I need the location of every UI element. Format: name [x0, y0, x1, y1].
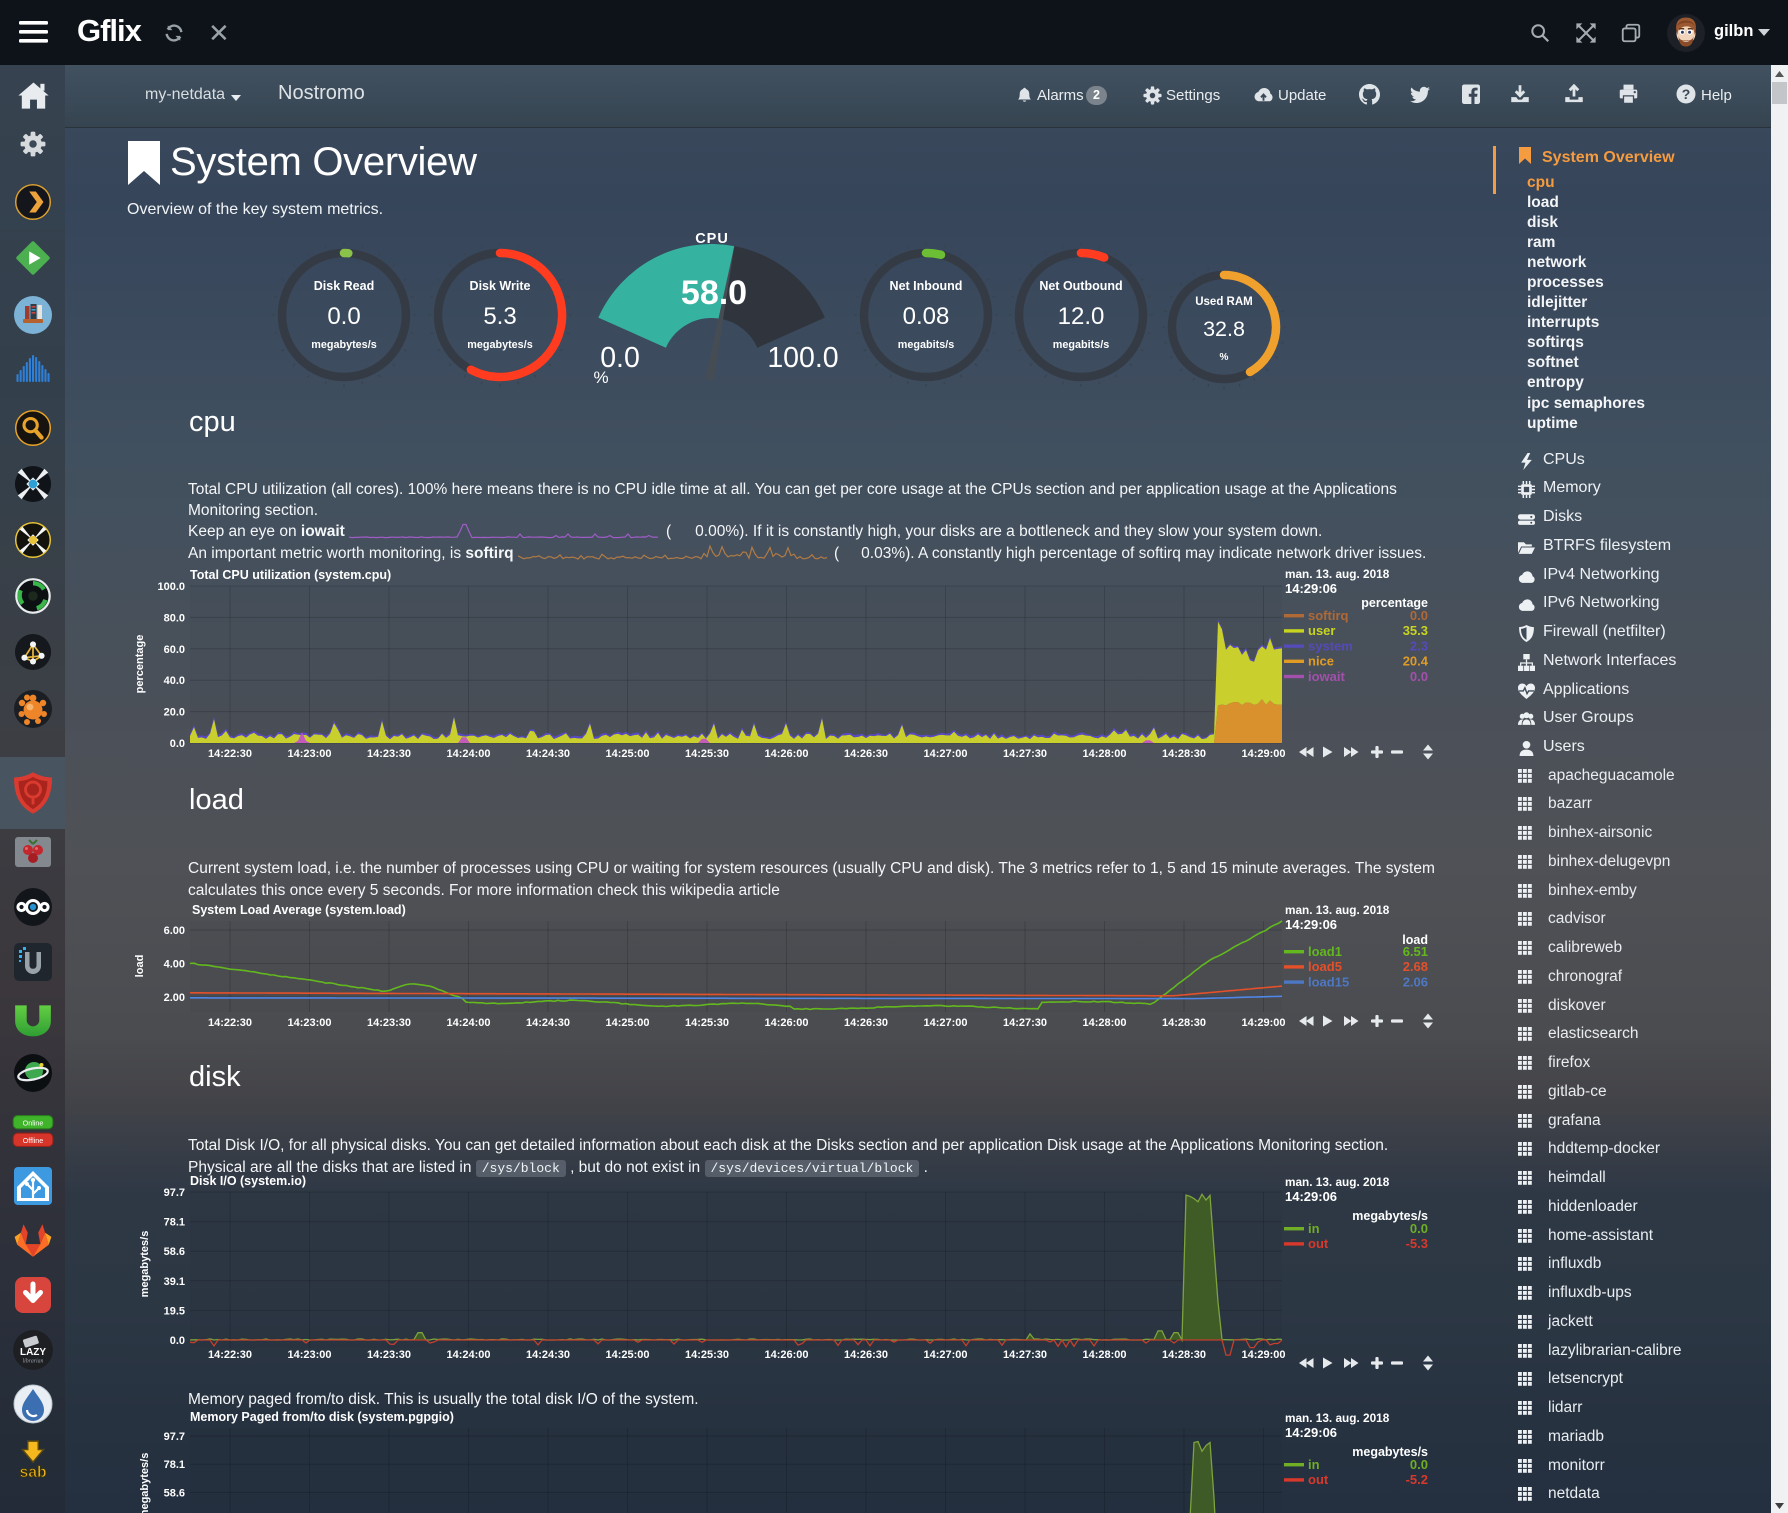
- svg-text:14:29:06: 14:29:06: [1285, 917, 1337, 932]
- svg-text:14:26:00: 14:26:00: [764, 748, 808, 760]
- svg-text:58.6: 58.6: [164, 1246, 185, 1258]
- svg-text:40.0: 40.0: [164, 675, 185, 687]
- svg-text:14:24:00: 14:24:00: [446, 1349, 490, 1361]
- svg-text:2.00: 2.00: [164, 992, 185, 1004]
- svg-text:14:29:00: 14:29:00: [1241, 1349, 1285, 1361]
- svg-text:14:26:00: 14:26:00: [764, 1349, 808, 1361]
- svg-text:6.00: 6.00: [164, 925, 185, 937]
- svg-text:load5: load5: [1308, 959, 1342, 974]
- svg-text:78.1: 78.1: [164, 1217, 185, 1229]
- svg-text:80.0: 80.0: [164, 612, 185, 624]
- svg-text:14:24:30: 14:24:30: [526, 1017, 570, 1029]
- svg-text:4.00: 4.00: [164, 959, 185, 971]
- svg-text:19.5: 19.5: [164, 1305, 185, 1317]
- svg-text:2.06: 2.06: [1403, 974, 1428, 989]
- svg-text:0.0: 0.0: [1410, 1221, 1428, 1236]
- svg-text:14:24:00: 14:24:00: [446, 1017, 490, 1029]
- svg-text:14:29:00: 14:29:00: [1241, 748, 1285, 760]
- svg-text:2.68: 2.68: [1403, 959, 1428, 974]
- svg-text:14:28:00: 14:28:00: [1082, 1349, 1126, 1361]
- svg-text:14:26:30: 14:26:30: [844, 1017, 888, 1029]
- svg-text:0.0: 0.0: [1410, 669, 1428, 684]
- svg-text:load15: load15: [1308, 974, 1349, 989]
- svg-text:man. 13. aug. 2018: man. 13. aug. 2018: [1285, 1411, 1390, 1425]
- svg-text:14:29:06: 14:29:06: [1285, 1189, 1337, 1204]
- svg-text:in: in: [1308, 1221, 1320, 1236]
- svg-text:14:27:30: 14:27:30: [1003, 748, 1047, 760]
- svg-text:14:27:00: 14:27:00: [923, 1349, 967, 1361]
- svg-text:14:29:06: 14:29:06: [1285, 1425, 1337, 1440]
- svg-text:14:24:30: 14:24:30: [526, 748, 570, 760]
- svg-text:-5.2: -5.2: [1406, 1472, 1428, 1487]
- svg-text:0.0: 0.0: [170, 1335, 185, 1347]
- svg-text:14:28:30: 14:28:30: [1162, 748, 1206, 760]
- svg-text:14:25:30: 14:25:30: [685, 1017, 729, 1029]
- svg-text:14:22:30: 14:22:30: [208, 1017, 252, 1029]
- svg-text:100.0: 100.0: [157, 581, 185, 593]
- svg-text:user: user: [1308, 623, 1335, 638]
- svg-text:14:25:30: 14:25:30: [685, 1349, 729, 1361]
- svg-text:14:28:00: 14:28:00: [1082, 748, 1126, 760]
- svg-text:14:23:30: 14:23:30: [367, 1349, 411, 1361]
- svg-text:0.0: 0.0: [1410, 608, 1428, 623]
- svg-text:iowait: iowait: [1308, 669, 1346, 684]
- svg-text:14:22:30: 14:22:30: [208, 748, 252, 760]
- svg-text:?: ?: [1682, 86, 1691, 102]
- svg-text:2.3: 2.3: [1410, 638, 1428, 653]
- svg-text:14:23:00: 14:23:00: [287, 1017, 331, 1029]
- svg-text:0.0: 0.0: [1410, 1457, 1428, 1472]
- svg-text:14:25:00: 14:25:00: [605, 748, 649, 760]
- svg-text:out: out: [1308, 1236, 1329, 1251]
- svg-text:14:23:00: 14:23:00: [287, 748, 331, 760]
- svg-text:14:27:30: 14:27:30: [1003, 1017, 1047, 1029]
- svg-text:in: in: [1308, 1457, 1320, 1472]
- svg-text:39.1: 39.1: [164, 1276, 185, 1288]
- svg-text:20.4: 20.4: [1403, 654, 1429, 669]
- svg-text:14:25:30: 14:25:30: [685, 748, 729, 760]
- svg-text:14:26:30: 14:26:30: [844, 1349, 888, 1361]
- svg-text:0.0: 0.0: [170, 738, 185, 750]
- svg-text:14:24:30: 14:24:30: [526, 1349, 570, 1361]
- svg-text:nice: nice: [1308, 654, 1334, 669]
- svg-text:14:22:30: 14:22:30: [208, 1349, 252, 1361]
- svg-text:14:26:30: 14:26:30: [844, 748, 888, 760]
- svg-text:14:27:30: 14:27:30: [1003, 1349, 1047, 1361]
- svg-text:6.51: 6.51: [1403, 944, 1428, 959]
- svg-text:man. 13. aug. 2018: man. 13. aug. 2018: [1285, 1175, 1390, 1189]
- svg-text:load1: load1: [1308, 944, 1342, 959]
- svg-text:man. 13. aug. 2018: man. 13. aug. 2018: [1285, 567, 1390, 581]
- svg-text:14:27:00: 14:27:00: [923, 748, 967, 760]
- svg-text:14:23:30: 14:23:30: [367, 1017, 411, 1029]
- svg-text:14:25:00: 14:25:00: [605, 1017, 649, 1029]
- svg-text:out: out: [1308, 1472, 1329, 1487]
- svg-text:35.3: 35.3: [1403, 623, 1428, 638]
- svg-text:78.1: 78.1: [164, 1459, 185, 1471]
- svg-text:softirq: softirq: [1308, 608, 1349, 623]
- svg-text:-5.3: -5.3: [1406, 1236, 1428, 1251]
- svg-text:14:26:00: 14:26:00: [764, 1017, 808, 1029]
- svg-text:20.0: 20.0: [164, 707, 185, 719]
- svg-text:97.7: 97.7: [164, 1431, 185, 1443]
- svg-text:14:25:00: 14:25:00: [605, 1349, 649, 1361]
- svg-text:14:29:06: 14:29:06: [1285, 581, 1337, 596]
- svg-text:14:27:00: 14:27:00: [923, 1017, 967, 1029]
- svg-text:system: system: [1308, 638, 1353, 653]
- svg-text:14:23:30: 14:23:30: [367, 748, 411, 760]
- svg-text:97.7: 97.7: [164, 1187, 185, 1199]
- svg-text:14:29:00: 14:29:00: [1241, 1017, 1285, 1029]
- svg-text:14:28:30: 14:28:30: [1162, 1017, 1206, 1029]
- svg-text:14:28:30: 14:28:30: [1162, 1349, 1206, 1361]
- svg-text:60.0: 60.0: [164, 644, 185, 656]
- svg-text:14:28:00: 14:28:00: [1082, 1017, 1126, 1029]
- svg-text:58.6: 58.6: [164, 1487, 185, 1499]
- svg-text:14:23:00: 14:23:00: [287, 1349, 331, 1361]
- svg-text:14:24:00: 14:24:00: [446, 748, 490, 760]
- svg-text:man. 13. aug. 2018: man. 13. aug. 2018: [1285, 903, 1390, 917]
